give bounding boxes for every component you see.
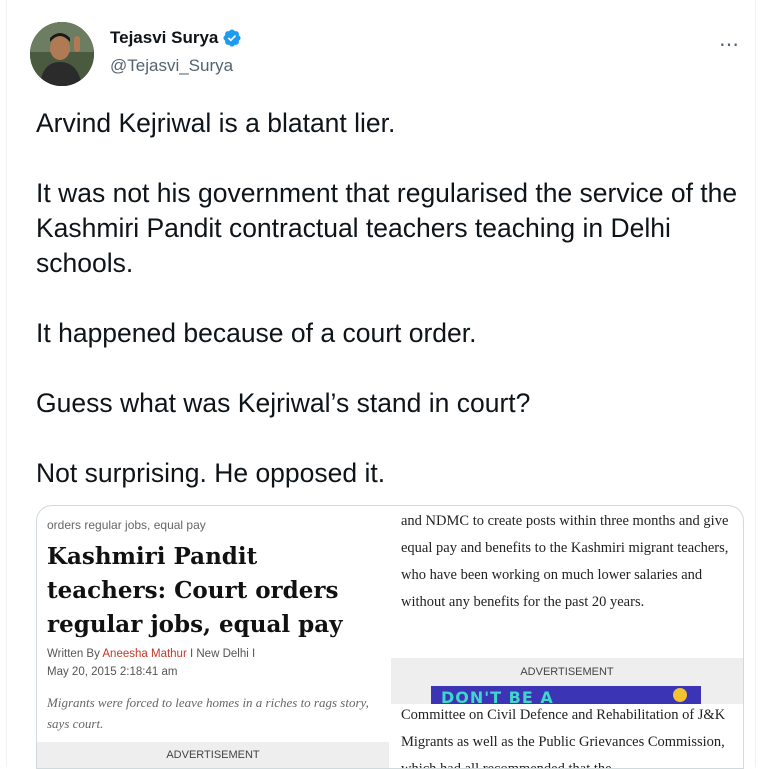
article-body-top: and NDMC to create posts within three mo… xyxy=(401,513,729,610)
article-headline: Kashmiri Pandit teachers: Court orders r… xyxy=(47,543,343,638)
avatar-image xyxy=(30,22,94,86)
article-byline: Written By Aneesha Mathur I New Delhi I xyxy=(47,648,255,660)
verified-badge-icon xyxy=(223,29,241,47)
tweet-text: Arvind Kejriwal is a blatant lier. It wa… xyxy=(36,106,751,526)
avatar[interactable] xyxy=(30,22,94,86)
article-crumb: orders regular jobs, equal pay xyxy=(47,518,206,532)
tweet-paragraph: Guess what was Kejriwal’s stand in court… xyxy=(36,388,531,418)
byline-suffix: I New Delhi I xyxy=(186,648,256,660)
article-body-bottom: Committee on Civil Defence and Rehabilit… xyxy=(401,707,726,769)
ad-logo-icon xyxy=(673,688,687,702)
tweet-media[interactable]: orders regular jobs, equal pay Kashmiri … xyxy=(36,505,744,769)
advertisement-label: ADVERTISEMENT xyxy=(37,742,389,768)
byline-author: Aneesha Mathur xyxy=(102,648,187,660)
author-handle[interactable]: @Tejasvi_Surya xyxy=(110,56,233,76)
advertisement-label: ADVERTISEMENT xyxy=(520,666,614,678)
tweet-paragraph: Not surprising. He opposed it. xyxy=(36,458,386,488)
media-image-left[interactable]: orders regular jobs, equal pay Kashmiri … xyxy=(37,506,389,768)
author-name-text: Tejasvi Surya xyxy=(110,28,219,47)
tweet-paragraph: It happened because of a court order. xyxy=(36,318,477,348)
advertisement-box: ADVERTISEMENT DON'T BE A xyxy=(391,658,743,704)
article-caption: Migrants were forced to leave homes in a… xyxy=(47,695,369,731)
more-options-icon[interactable]: ⋯ xyxy=(719,32,740,57)
tweet-paragraph: Arvind Kejriwal is a blatant lier. xyxy=(36,108,396,138)
tweet-paragraph: It was not his government that regularis… xyxy=(36,178,738,278)
media-image-right[interactable]: and NDMC to create posts within three mo… xyxy=(391,506,743,768)
author-name[interactable]: Tejasvi Surya xyxy=(110,28,242,48)
article-date: May 20, 2015 2:18:41 am xyxy=(47,666,178,678)
byline-prefix: Written By xyxy=(47,648,103,660)
tweet-card: Tejasvi Surya @Tejasvi_Surya ⋯ Arvind Ke… xyxy=(6,0,756,769)
